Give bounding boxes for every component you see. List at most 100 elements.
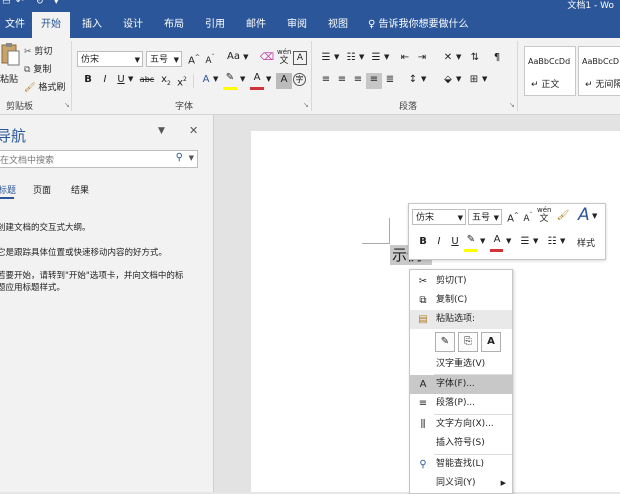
highlight-icon[interactable]: ✎: [463, 233, 479, 249]
tell-me-box[interactable]: ♀ 告诉我你想要做什么: [368, 12, 469, 38]
phonetic-guide-button[interactable]: wén 文: [277, 48, 291, 66]
redo-icon[interactable]: ↻: [36, 0, 44, 7]
nav-search-input[interactable]: 在文档中搜索 ⚲ ▼: [0, 150, 198, 168]
align-left-icon[interactable]: ≡: [318, 73, 334, 89]
change-case-button[interactable]: Aa ▼: [227, 51, 249, 62]
multilevel-list-icon[interactable]: ☰: [368, 51, 384, 67]
underline-icon[interactable]: U: [113, 73, 129, 89]
bullets-icon[interactable]: ☰: [318, 51, 334, 67]
numbering-dropdown-icon[interactable]: ▼: [359, 53, 364, 61]
font-color-icon[interactable]: A: [489, 233, 505, 249]
line-spacing-dropdown-icon[interactable]: ▼: [421, 75, 426, 83]
bullets-dropdown-icon[interactable]: ▼: [334, 53, 339, 61]
menu-item-reconvert[interactable]: 汉字重选(V): [410, 355, 512, 374]
shading-dropdown-icon[interactable]: ▼: [456, 75, 461, 83]
grow-font-icon[interactable]: A^: [186, 51, 202, 67]
bullets-dropdown-icon[interactable]: ▼: [533, 237, 538, 245]
clipboard-launcher-icon[interactable]: ↘: [64, 101, 70, 109]
text-effects-icon[interactable]: A: [198, 73, 214, 89]
menu-item-synonyms[interactable]: 同义词(Y) ▶: [410, 474, 512, 493]
align-center-icon[interactable]: ≡: [334, 73, 350, 89]
tab-layout[interactable]: 布局: [155, 12, 193, 38]
menu-item-copy[interactable]: ⧉ 复制(C): [410, 291, 512, 310]
chinese-layout-dropdown-icon[interactable]: ▼: [456, 53, 461, 61]
menu-item-smart-lookup[interactable]: ⚲ 智能查找(L): [410, 455, 512, 474]
menu-item-font[interactable]: A 字体(F)...: [410, 375, 512, 394]
borders-icon[interactable]: ⊞: [466, 73, 482, 89]
style-no-spacing[interactable]: AaBbCcD ↵ 无间隔: [578, 46, 620, 96]
justify-icon[interactable]: ≡: [366, 73, 382, 89]
numbering-dropdown-icon[interactable]: ▼: [560, 237, 565, 245]
mini-font-name-box[interactable]: 仿宋 ▼: [412, 209, 466, 225]
undo-icon[interactable]: ↶: [16, 0, 24, 7]
numbering-icon[interactable]: ☷: [343, 51, 359, 67]
italic-icon[interactable]: I: [431, 235, 447, 251]
grow-font-icon[interactable]: A^: [505, 209, 521, 225]
menu-item-paragraph[interactable]: ≡ 段落(P)...: [410, 394, 512, 413]
enclose-characters-icon[interactable]: 字: [293, 73, 306, 86]
menu-item-insert-symbol[interactable]: 插入符号(S): [410, 434, 512, 453]
paste-button[interactable]: 粘贴: [0, 42, 22, 86]
highlight-icon[interactable]: ✎: [222, 71, 238, 87]
character-shading-icon[interactable]: A: [276, 73, 292, 89]
tab-results[interactable]: 结果: [71, 183, 89, 196]
increase-indent-icon[interactable]: ⇥: [414, 51, 430, 67]
font-size-box[interactable]: 五号 ▼: [146, 51, 182, 67]
italic-icon[interactable]: I: [97, 73, 113, 89]
bold-icon[interactable]: B: [415, 235, 431, 251]
close-icon[interactable]: ✕: [189, 124, 198, 137]
shrink-font-icon[interactable]: Aˇ: [520, 209, 536, 225]
line-spacing-icon[interactable]: ↕: [405, 73, 421, 89]
tab-home[interactable]: 开始: [32, 12, 70, 38]
tab-headings[interactable]: 标题: [0, 183, 16, 196]
tab-references[interactable]: 引用: [196, 12, 234, 38]
underline-icon[interactable]: U: [447, 235, 463, 251]
align-right-icon[interactable]: ≡: [350, 73, 366, 89]
phonetic-guide-button[interactable]: wén 文: [537, 206, 551, 224]
shrink-font-icon[interactable]: Aˇ: [202, 51, 218, 67]
style-normal[interactable]: AaBbCcDd ↵ 正文: [524, 46, 576, 96]
bullets-icon[interactable]: ☰: [517, 235, 533, 251]
highlight-dropdown-icon[interactable]: ▼: [480, 237, 485, 245]
font-launcher-icon[interactable]: ↘: [303, 101, 309, 109]
numbering-icon[interactable]: ☷: [544, 235, 560, 251]
font-color-icon[interactable]: A: [249, 71, 265, 87]
tab-review[interactable]: 审阅: [278, 12, 316, 38]
styles-icon[interactable]: A: [578, 205, 590, 225]
mini-font-size-box[interactable]: 五号 ▼: [468, 209, 502, 225]
menu-item-cut[interactable]: ✂ 剪切(T): [410, 272, 512, 291]
search-dropdown-icon[interactable]: ▼: [189, 154, 194, 162]
font-name-box[interactable]: 仿宋 ▼: [77, 51, 143, 67]
sort-icon[interactable]: ⇅: [467, 51, 483, 67]
cut-button[interactable]: ✂ 剪切: [24, 44, 52, 58]
chinese-layout-icon[interactable]: ✕: [440, 51, 456, 67]
font-color-dropdown-icon[interactable]: ▼: [266, 75, 271, 83]
shading-icon[interactable]: ⬙: [440, 73, 456, 89]
paste-text-only-icon[interactable]: A: [481, 332, 501, 352]
text-effects-dropdown-icon[interactable]: ▼: [213, 75, 218, 83]
bold-icon[interactable]: B: [80, 73, 96, 89]
nav-options-icon[interactable]: ▼: [158, 126, 165, 136]
tab-mailings[interactable]: 邮件: [237, 12, 275, 38]
decrease-indent-icon[interactable]: ⇤: [397, 51, 413, 67]
tab-design[interactable]: 设计: [114, 12, 152, 38]
tab-file[interactable]: 文件: [0, 12, 34, 38]
tab-view[interactable]: 视图: [319, 12, 357, 38]
tab-pages[interactable]: 页面: [33, 183, 51, 196]
subscript-icon[interactable]: x2: [158, 73, 174, 89]
save-icon[interactable]: ▭: [2, 0, 11, 7]
distributed-icon[interactable]: ≣: [382, 73, 398, 89]
font-color-dropdown-icon[interactable]: ▼: [506, 237, 511, 245]
tab-insert[interactable]: 插入: [73, 12, 111, 38]
clear-formatting-icon[interactable]: ⌫: [259, 51, 275, 67]
strikethrough-icon[interactable]: abc: [138, 73, 156, 89]
superscript-icon[interactable]: x2: [174, 73, 190, 89]
format-painter-button[interactable]: 🖌 格式刷: [24, 80, 65, 94]
quick-access-dropdown-icon[interactable]: ▾: [54, 0, 59, 7]
character-border-icon[interactable]: A: [293, 51, 307, 65]
paragraph-launcher-icon[interactable]: ↘: [509, 101, 515, 109]
underline-dropdown-icon[interactable]: ▼: [128, 75, 133, 83]
borders-dropdown-icon[interactable]: ▼: [482, 75, 487, 83]
show-marks-icon[interactable]: ¶: [489, 51, 505, 67]
paste-merge-format-icon[interactable]: ⎘: [458, 332, 478, 352]
